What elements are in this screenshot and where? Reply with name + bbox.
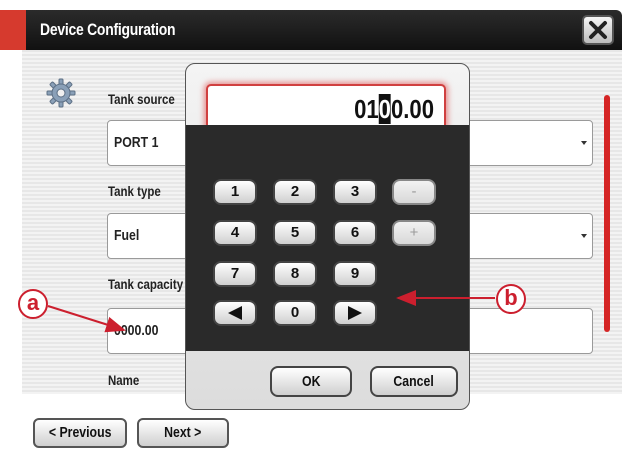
key-2[interactable]: 2 bbox=[273, 179, 317, 205]
tank-source-value: PORT 1 bbox=[114, 134, 159, 151]
key-4[interactable]: 4 bbox=[213, 220, 257, 246]
tank-source-label: Tank source bbox=[108, 91, 175, 107]
window-title: Device Configuration bbox=[40, 20, 176, 39]
next-label: Next > bbox=[164, 424, 202, 441]
key-3[interactable]: 3 bbox=[333, 179, 377, 205]
key-5[interactable]: 5 bbox=[273, 220, 317, 246]
arrow-left-icon bbox=[228, 306, 242, 320]
key-plus[interactable]: + bbox=[392, 220, 436, 246]
cursor-left-key[interactable] bbox=[213, 300, 257, 326]
close-button[interactable] bbox=[582, 15, 614, 45]
keypad: 1 2 3 - 4 5 6 + 7 8 9 0 bbox=[186, 125, 469, 351]
entry-value-after: 0.00 bbox=[390, 94, 434, 124]
previous-button[interactable]: < Previous bbox=[33, 418, 127, 448]
title-bar: Device Configuration bbox=[0, 10, 622, 50]
key-0[interactable]: 0 bbox=[273, 300, 317, 326]
arrow-right-icon bbox=[348, 306, 362, 320]
scrollbar[interactable] bbox=[604, 95, 610, 332]
gear-icon bbox=[46, 78, 76, 108]
next-button[interactable]: Next > bbox=[137, 418, 229, 448]
ok-label: OK bbox=[301, 373, 321, 390]
chevron-down-icon bbox=[581, 141, 587, 145]
callout-a: a bbox=[18, 289, 48, 319]
title-accent bbox=[0, 10, 26, 50]
tank-type-value: Fuel bbox=[114, 227, 140, 244]
tank-capacity-label: Tank capacity bbox=[108, 276, 184, 292]
entry-cursor: 0 bbox=[378, 94, 391, 124]
key-1[interactable]: 1 bbox=[213, 179, 257, 205]
previous-label: < Previous bbox=[48, 424, 112, 441]
key-6[interactable]: 6 bbox=[333, 220, 377, 246]
numeric-entry-dialog: 0100.00 1 2 3 - 4 5 6 + 7 8 9 0 OK Cance… bbox=[185, 63, 470, 410]
key-8[interactable]: 8 bbox=[273, 261, 317, 287]
cancel-button[interactable]: Cancel bbox=[370, 366, 458, 397]
entry-value-before: 01 bbox=[354, 94, 379, 124]
entry-value: 0100.00 bbox=[354, 94, 434, 125]
cancel-label: Cancel bbox=[393, 373, 435, 390]
cursor-right-key[interactable] bbox=[333, 300, 377, 326]
key-minus[interactable]: - bbox=[392, 179, 436, 205]
close-icon bbox=[589, 21, 607, 39]
ok-button[interactable]: OK bbox=[270, 366, 352, 397]
tank-capacity-value: 0000.00 bbox=[114, 322, 159, 339]
key-9[interactable]: 9 bbox=[333, 261, 377, 287]
chevron-down-icon bbox=[581, 234, 587, 238]
name-label: Name bbox=[108, 372, 140, 388]
callout-b: b bbox=[496, 284, 526, 314]
key-7[interactable]: 7 bbox=[213, 261, 257, 287]
tank-type-label: Tank type bbox=[108, 183, 161, 199]
